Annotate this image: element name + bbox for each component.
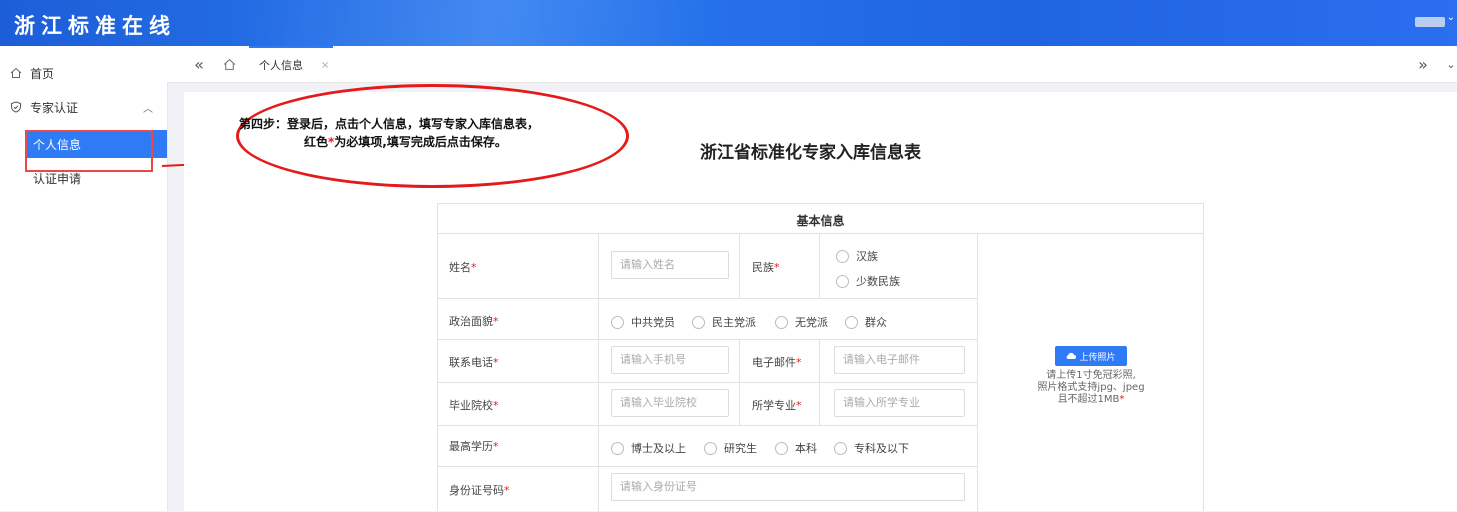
ethnic-radio-han[interactable]: 汉族 [836, 248, 878, 264]
name-label: 姓名* [449, 261, 477, 274]
chevron-down-icon[interactable]: ⌄ [1447, 12, 1455, 23]
school-input[interactable]: 请输入毕业院校 [611, 389, 729, 417]
ethnic-label: 民族* [752, 261, 780, 274]
sidebar-item-home[interactable]: 首页 [0, 56, 167, 90]
radio-icon [845, 315, 858, 329]
annotation-text: 第四步：登录后，点击个人信息，填写专家入库信息表， [239, 117, 540, 131]
school-label: 毕业院校* [449, 399, 499, 412]
political-label: 政治面貌* [449, 315, 499, 328]
home-icon [10, 67, 22, 78]
cloud-upload-icon [1067, 352, 1077, 359]
top-header: 浙江标准在线 ⌄ [0, 0, 1457, 46]
ethnic-radio-minority[interactable]: 少数民族 [836, 273, 900, 289]
edu-radio-doctor[interactable]: 博士及以上 [611, 440, 686, 456]
shield-icon [11, 101, 21, 113]
radio-icon [692, 315, 705, 329]
radio-icon [611, 441, 624, 455]
form-title: 浙江省标准化专家入库信息表 [700, 143, 921, 163]
political-radio-nonparty[interactable]: 无党派 [775, 314, 828, 330]
close-icon[interactable]: × [321, 60, 329, 71]
sidebar: 首页 专家认证 ︿ 个人信息 认证申请 [0, 46, 168, 511]
annotation-text: 红色*为必填项,填写完成后点击保存。 [304, 135, 507, 149]
highlight-box [25, 130, 153, 172]
upload-photo-button[interactable]: 上传照片 [1055, 346, 1127, 366]
chevron-up-icon: ︿ [143, 104, 153, 115]
radio-icon [836, 249, 849, 263]
section-header: 基本信息 [438, 204, 1203, 234]
sidebar-item-label: 首页 [30, 66, 55, 81]
edu-radio-bachelor[interactable]: 本科 [775, 440, 817, 456]
radio-icon [611, 315, 624, 329]
tab-home-icon[interactable] [213, 46, 245, 82]
radio-icon [775, 441, 788, 455]
education-label: 最高学历* [449, 440, 499, 453]
name-input[interactable]: 请输入姓名 [611, 251, 729, 279]
tab-personal-info[interactable]: 个人信息 × [249, 46, 333, 82]
major-label: 所学专业* [752, 399, 802, 412]
radio-icon [836, 274, 849, 288]
radio-icon [704, 441, 717, 455]
political-radio-democratic[interactable]: 民主党派 [692, 314, 756, 330]
tab-label: 个人信息 [259, 59, 303, 72]
radio-icon [834, 441, 847, 455]
radio-icon [775, 315, 788, 329]
edu-radio-college[interactable]: 专科及以下 [834, 440, 909, 456]
major-input[interactable]: 请输入所学专业 [834, 389, 965, 417]
home-icon [223, 58, 235, 70]
chevron-down-icon[interactable]: ⌄ [1435, 46, 1457, 82]
sidebar-item-expert-cert[interactable]: 专家认证 ︿ [0, 90, 167, 124]
id-label: 身份证号码* [449, 484, 510, 497]
id-number-input[interactable]: 请输入身份证号 [611, 473, 965, 501]
edu-radio-graduate[interactable]: 研究生 [704, 440, 757, 456]
user-avatar[interactable] [1415, 17, 1445, 27]
tab-scroll-left-icon[interactable]: « [183, 46, 215, 82]
upload-note: 请上传1寸免冠彩照, 照片格式支持jpg、jpeg 且不超过1MB* [1037, 370, 1145, 405]
site-logo[interactable]: 浙江标准在线 [14, 10, 176, 40]
phone-label: 联系电话* [449, 356, 499, 369]
political-radio-masses[interactable]: 群众 [845, 314, 887, 330]
political-radio-ccp[interactable]: 中共党员 [611, 314, 675, 330]
sidebar-item-label: 认证申请 [33, 171, 82, 186]
email-label: 电子邮件* [752, 356, 802, 369]
phone-input[interactable]: 请输入手机号 [611, 346, 729, 374]
email-input[interactable]: 请输入电子邮件 [834, 346, 965, 374]
sidebar-item-label: 专家认证 [30, 100, 79, 115]
tab-bar: « 个人信息 × » ⌄ [167, 46, 1457, 83]
header-decoration [240, 0, 860, 46]
